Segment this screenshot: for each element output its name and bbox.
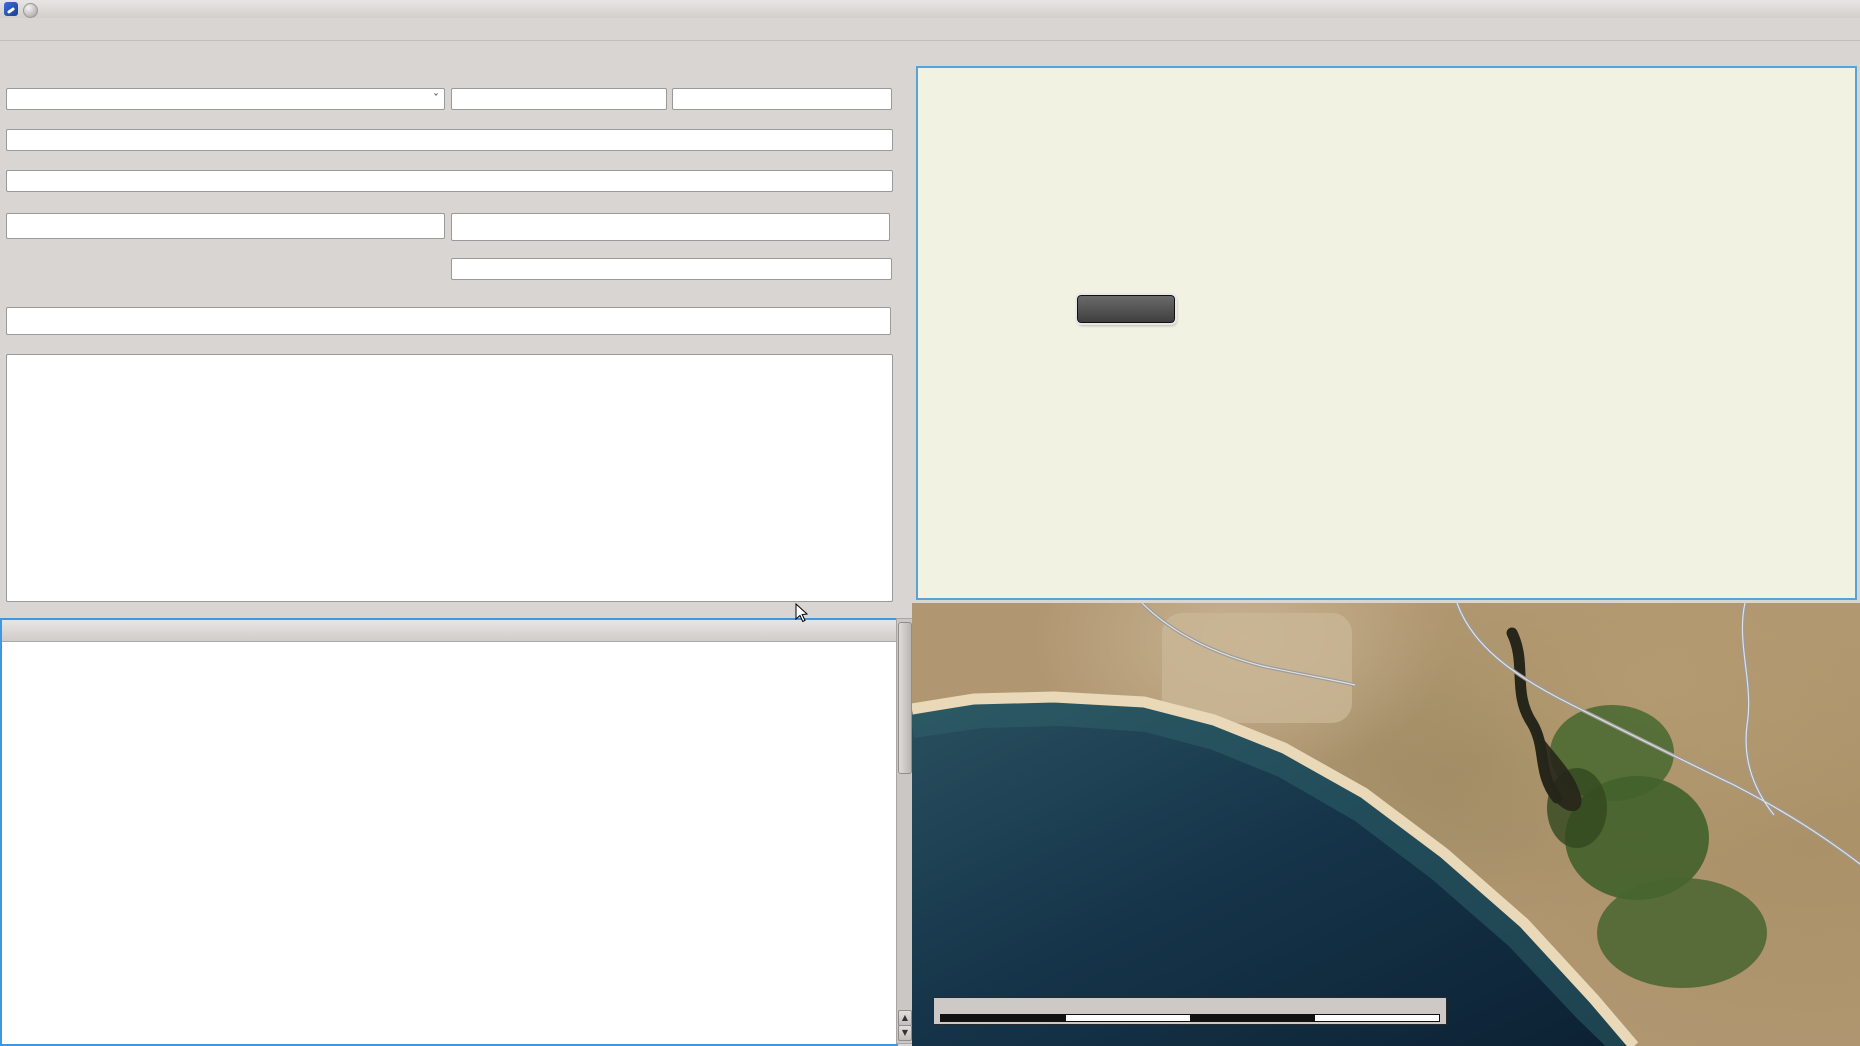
map-scale-bar [933,997,1447,1025]
suit-input[interactable] [451,258,892,280]
coordinates-input[interactable] [6,170,893,192]
notes-textarea[interactable] [6,354,893,602]
scrollbar-thumb[interactable] [898,622,912,774]
dive-site-map[interactable] [912,603,1860,1046]
divemaster-input[interactable] [6,213,445,239]
left-tab-bar [2,40,902,66]
subsurface-logo-icon [4,2,18,16]
dive-profile-panel [916,66,1857,600]
dive-profile-chart[interactable] [918,68,1851,594]
information-button[interactable] [1075,293,1177,325]
air-temp-input[interactable] [451,88,667,110]
start-time-select[interactable]: ˇ [6,88,445,110]
scroll-down-button[interactable]: ▼ [898,1025,912,1041]
window-titlebar[interactable] [0,0,1860,18]
chevron-down-icon: ˇ [433,92,439,106]
water-temp-input[interactable] [672,88,892,110]
scroll-up-button[interactable]: ▲ [898,1010,912,1026]
buddy-input[interactable] [451,213,890,241]
menu-bar [0,18,1860,41]
profile-tab-bar [914,40,1854,66]
map-terrain [912,603,1860,1046]
window-menu-ball-icon[interactable] [23,3,38,18]
dive-list-table [0,618,898,1046]
subsurface-window: ˇ ▲ ▼ [0,0,1860,1046]
dive-list-header[interactable] [2,620,898,642]
tags-input[interactable] [6,307,891,335]
mouse-cursor [795,603,809,623]
location-input[interactable] [6,129,893,151]
